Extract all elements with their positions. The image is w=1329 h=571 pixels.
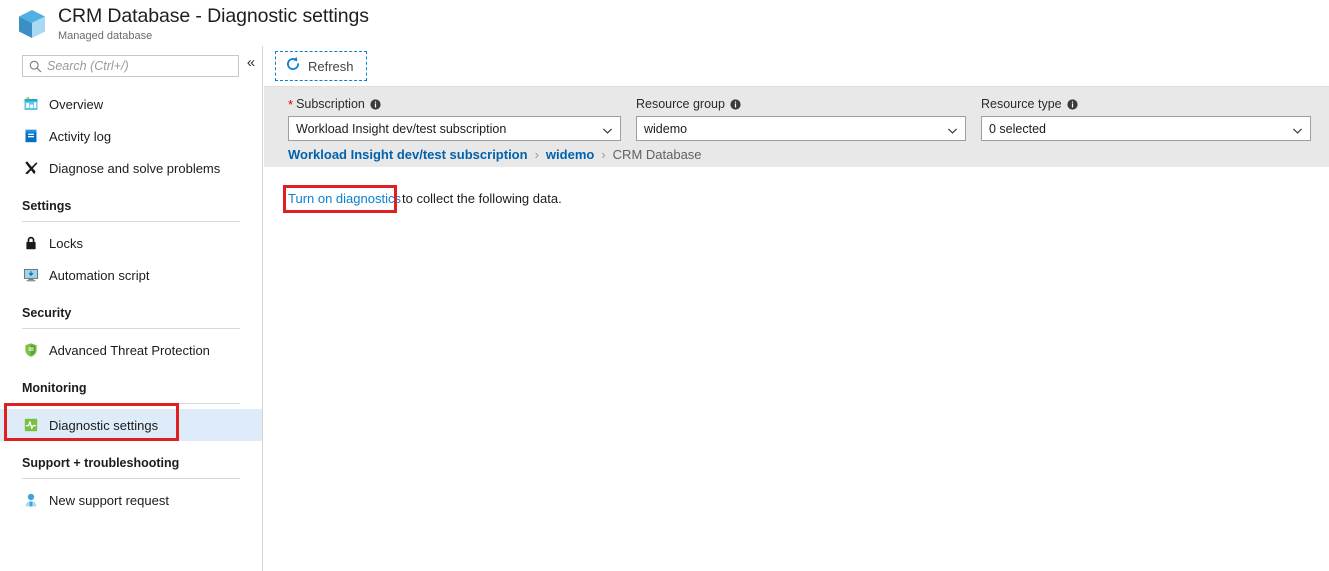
diagnostic-settings-icon (22, 417, 39, 434)
chevron-down-icon (602, 123, 613, 134)
sidebar-item-new-support-request[interactable]: New support request (0, 484, 262, 516)
breadcrumb-separator: › (534, 147, 539, 162)
sidebar-section-title: Settings (22, 199, 72, 213)
sidebar-item-diagnostic-settings[interactable]: Diagnostic settings (0, 409, 262, 441)
sidebar-item-label: Automation script (49, 267, 150, 283)
diagnostics-message-text: to collect the following data. (401, 191, 562, 206)
command-toolbar: Refresh (264, 46, 1329, 87)
cube-icon (16, 7, 48, 41)
info-icon[interactable] (370, 98, 381, 110)
resource-group-value: widemo (644, 121, 688, 136)
subscription-label-row: * Subscription (288, 96, 621, 112)
section-divider (22, 478, 240, 479)
resource-type-label: Resource type (981, 97, 1062, 111)
wrench-screwdriver-icon (22, 160, 39, 177)
double-chevron-left-icon[interactable]: « (243, 54, 259, 72)
required-marker: * (288, 96, 294, 112)
sidebar-item-advanced-threat-protection[interactable]: Advanced Threat Protection (0, 334, 262, 366)
breadcrumb-separator: › (601, 147, 606, 162)
sidebar-section-title: Monitoring (22, 381, 87, 395)
sidebar-item-locks[interactable]: Locks (0, 227, 262, 259)
info-icon[interactable] (1067, 98, 1078, 110)
subscription-value: Workload Insight dev/test subscription (296, 121, 507, 136)
sidebar-section-monitoring: Monitoring (0, 366, 262, 404)
sidebar-nav: Overview Activity log Diagnose and solve… (0, 82, 262, 516)
info-icon[interactable] (730, 98, 741, 110)
blade-title-group: CRM Database - Diagnostic settings Manag… (58, 5, 369, 43)
page-title: CRM Database - Diagnostic settings (58, 5, 369, 27)
support-request-icon (22, 492, 39, 509)
search-input[interactable]: Search (Ctrl+/) (22, 55, 239, 77)
resource-group-label: Resource group (636, 97, 725, 111)
subscription-label: Subscription (296, 97, 365, 111)
breadcrumb-item-resource-group[interactable]: widemo (546, 147, 594, 162)
resource-group-select[interactable]: widemo (636, 116, 966, 141)
sidebar-item-automation-script[interactable]: Automation script (0, 259, 262, 291)
chevron-down-icon (1292, 123, 1303, 134)
turn-on-diagnostics-link[interactable]: Turn on diagnostics (288, 191, 401, 206)
resource-type-select[interactable]: 0 selected (981, 116, 1311, 141)
sidebar-item-diagnose-solve-problems[interactable]: Diagnose and solve problems (0, 152, 262, 184)
sidebar-item-label: Diagnostic settings (49, 417, 159, 433)
refresh-button-label: Refresh (308, 58, 354, 74)
sidebar-item-activity-log[interactable]: Activity log (0, 120, 262, 152)
sidebar-item-label: Advanced Threat Protection (49, 342, 210, 358)
sidebar-section-title: Support + troubleshooting (22, 456, 180, 470)
resource-type-filter: Resource type 0 selected (981, 96, 1311, 141)
sidebar-item-label: Diagnose and solve problems (49, 160, 221, 176)
sidebar-search-row: Search (Ctrl+/) « (0, 46, 262, 82)
subscription-select[interactable]: Workload Insight dev/test subscription (288, 116, 621, 141)
breadcrumb-item-current: CRM Database (612, 147, 702, 162)
overview-icon (22, 96, 39, 113)
sidebar-item-label: Locks (49, 235, 83, 251)
sidebar-section-title: Security (22, 306, 72, 320)
refresh-icon (285, 56, 301, 77)
resource-type-value: 0 selected (989, 121, 1046, 136)
sidebar-section-settings: Settings (0, 184, 262, 222)
sidebar-section-security: Security (0, 291, 262, 329)
azure-portal-blade: CRM Database - Diagnostic settings Manag… (0, 0, 1329, 571)
blade-header: CRM Database - Diagnostic settings Manag… (0, 0, 1329, 46)
resource-type-label-row: Resource type (981, 96, 1311, 112)
sidebar: Search (Ctrl+/) « Overview Activity log … (0, 46, 263, 571)
sidebar-item-label: Overview (49, 96, 104, 112)
chevron-down-icon (947, 123, 958, 134)
automation-script-icon (22, 267, 39, 284)
section-divider (22, 328, 240, 329)
page-subtitle: Managed database (58, 30, 153, 42)
sidebar-item-label: Activity log (49, 128, 112, 144)
refresh-button[interactable]: Refresh (275, 51, 367, 81)
lock-icon (22, 235, 39, 252)
search-icon (29, 60, 42, 73)
resource-group-filter: Resource group widemo (636, 96, 966, 141)
activity-log-icon (22, 128, 39, 145)
shield-icon (22, 342, 39, 359)
sidebar-item-overview[interactable]: Overview (0, 88, 262, 120)
diagnostics-message: Turn on diagnostics to collect the follo… (288, 191, 562, 206)
search-placeholder: Search (Ctrl+/) (47, 59, 129, 73)
subscription-filter: * Subscription Workload Insight dev/test… (288, 96, 621, 141)
section-divider (22, 221, 240, 222)
sidebar-item-label: New support request (49, 492, 169, 508)
breadcrumb: Workload Insight dev/test subscription ›… (288, 147, 702, 162)
breadcrumb-item-subscription[interactable]: Workload Insight dev/test subscription (288, 147, 528, 162)
section-divider (22, 403, 240, 404)
blade-content: Refresh * Subscription Workload Insight … (264, 46, 1329, 571)
resource-group-label-row: Resource group (636, 96, 966, 112)
sidebar-section-support-troubleshooting: Support + troubleshooting (0, 441, 262, 479)
